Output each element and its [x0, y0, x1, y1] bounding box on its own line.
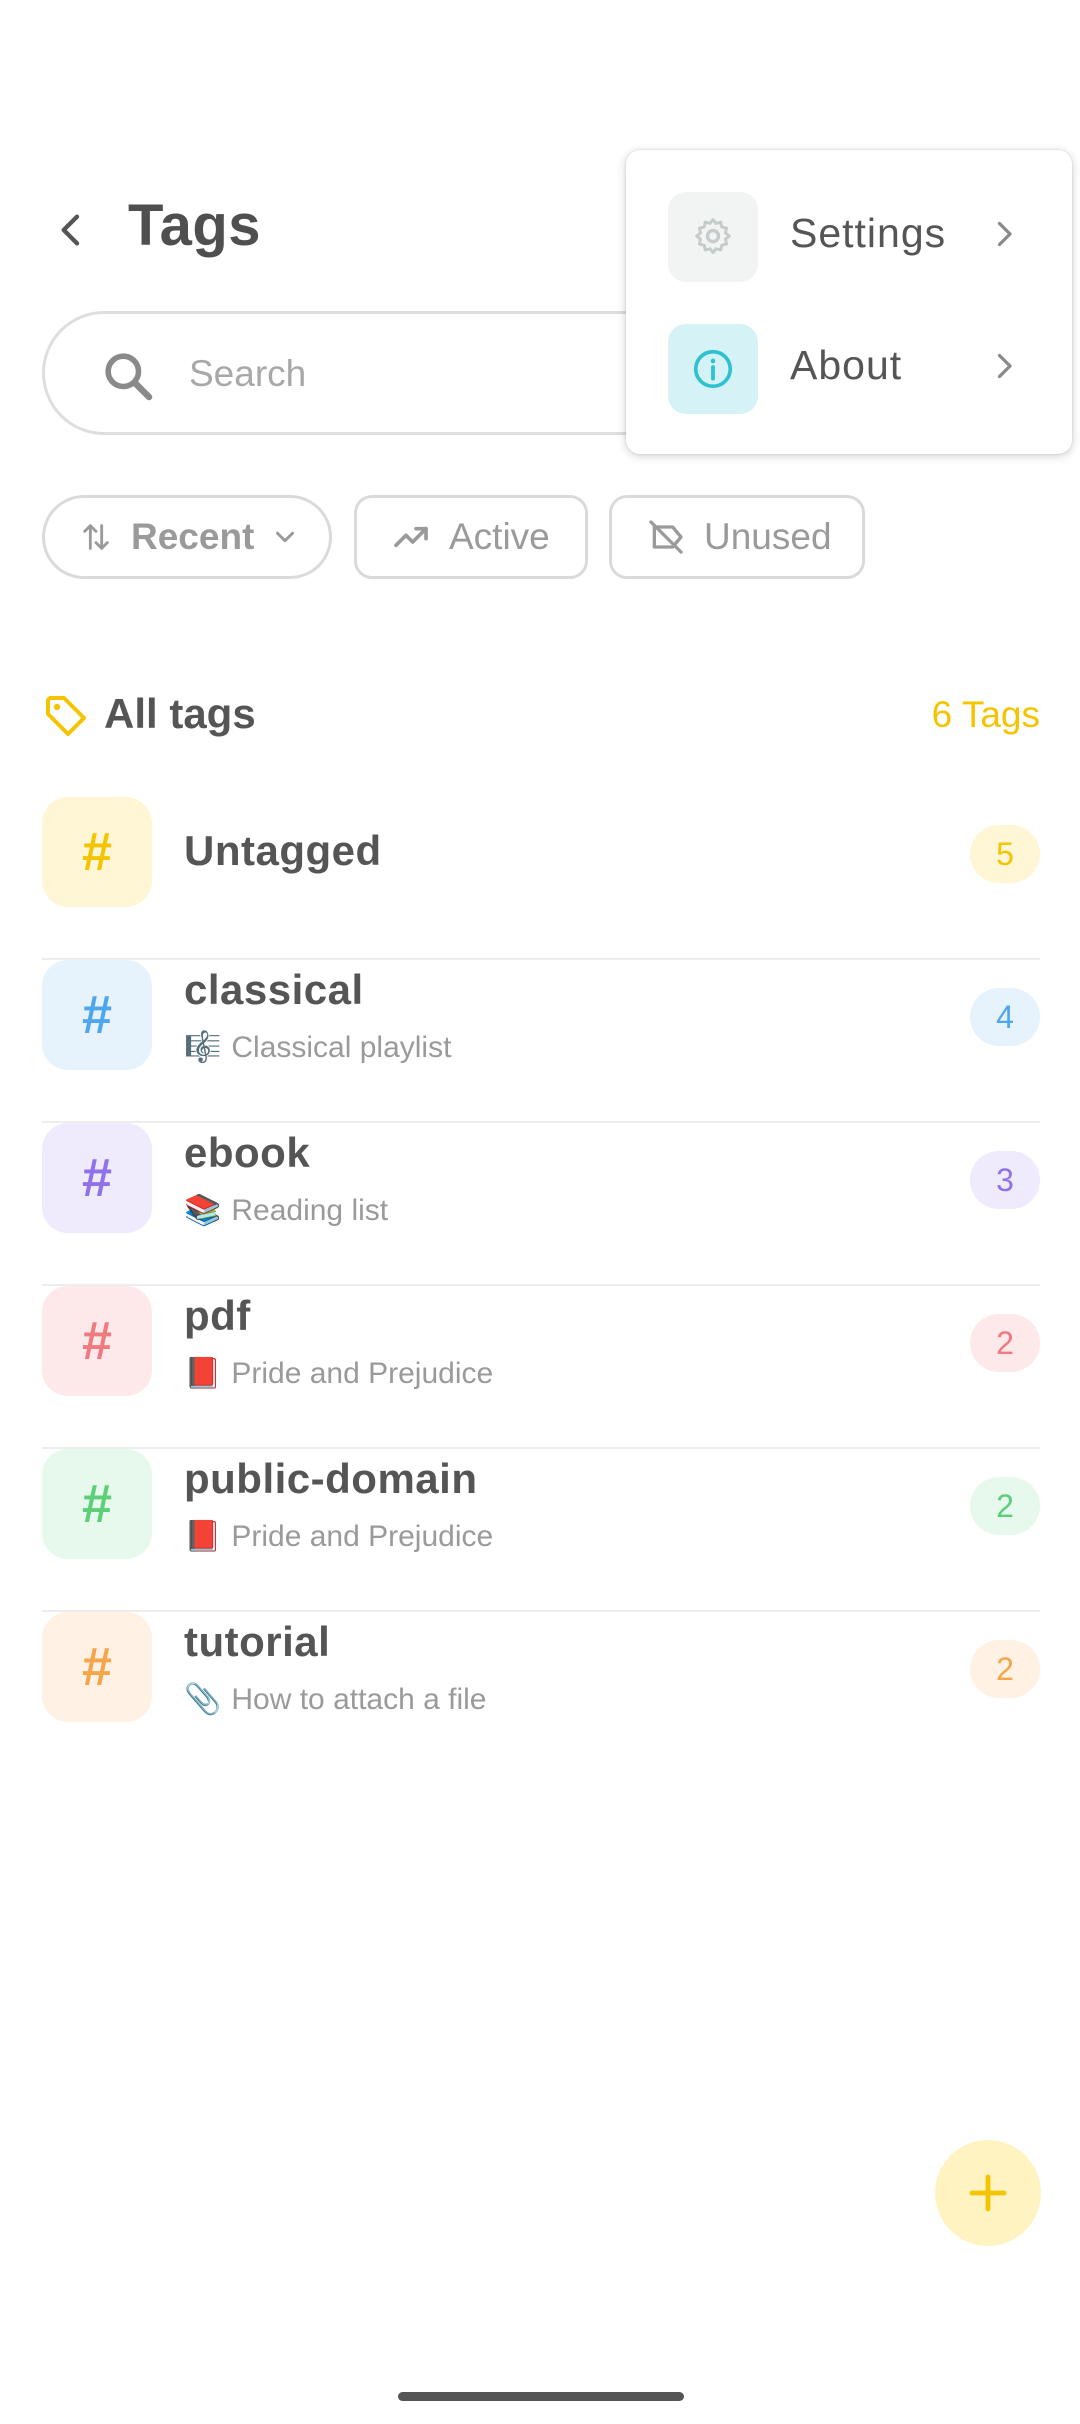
hash-icon: #	[42, 960, 152, 1070]
tag-icon	[46, 696, 86, 736]
gear-icon	[695, 218, 731, 255]
hash-icon: #	[42, 1286, 152, 1396]
home-indicator	[398, 2392, 684, 2401]
tag-count-badge: 3	[970, 1151, 1040, 1209]
tag-row-untagged[interactable]: # Untagged 5	[42, 797, 1040, 960]
tag-subtitle-text: Classical playlist	[231, 1030, 452, 1064]
plus-icon	[969, 2174, 1007, 2212]
tag-row-tutorial[interactable]: # tutorial 📎 How to attach a file 2	[42, 1612, 1040, 1775]
tag-subtitle-text: Reading list	[231, 1193, 389, 1227]
tag-row-classical[interactable]: # classical 🎼 Classical playlist 4	[42, 960, 1040, 1123]
books-icon: 📚	[184, 1194, 222, 1227]
filter-chip-label: Recent	[131, 516, 255, 557]
add-tag-button[interactable]	[935, 2140, 1041, 2246]
tag-name: ebook	[184, 1129, 311, 1176]
all-tags-header: All tags 6 Tags	[42, 680, 1040, 750]
menu-item-about[interactable]: About	[626, 302, 1072, 434]
section-title: All tags	[104, 690, 256, 737]
back-button[interactable]	[42, 200, 102, 260]
overflow-menu: Settings About	[626, 150, 1072, 454]
menu-item-label: Settings	[790, 210, 947, 256]
arrow-back-icon	[61, 214, 80, 246]
tag-name: tutorial	[184, 1618, 331, 1665]
tag-name: public-domain	[184, 1455, 478, 1502]
tag-subtitle: 📕 Pride and Prejudice	[184, 1519, 493, 1554]
tag-subtitle: 🎼 Classical playlist	[184, 1030, 451, 1065]
tag-name: classical	[184, 966, 364, 1013]
menu-item-label: About	[790, 342, 903, 388]
filter-chip-recent[interactable]: Recent	[42, 495, 332, 579]
filter-chip-unused[interactable]: Unused	[609, 495, 865, 579]
tag-count-badge: 2	[970, 1477, 1040, 1535]
chevron-right-icon	[997, 221, 1012, 247]
menu-icon-box	[668, 192, 758, 282]
tag-subtitle-text: Pride and Prejudice	[231, 1519, 494, 1553]
search-icon	[105, 353, 153, 401]
tag-count-badge: 2	[970, 1640, 1040, 1698]
hash-icon: #	[42, 797, 152, 907]
tag-row-ebook[interactable]: # ebook 📚 Reading list 3	[42, 1123, 1040, 1286]
red-book-icon: 📕	[184, 1357, 222, 1390]
hash-icon: #	[42, 1612, 152, 1722]
tag-count-label: 6 Tags	[931, 694, 1040, 735]
hash-icon: #	[42, 1123, 152, 1233]
tag-row-public-domain[interactable]: # public-domain 📕 Pride and Prejudice 2	[42, 1449, 1040, 1612]
chevron-down-icon	[276, 531, 295, 543]
tag-subtitle-text: Pride and Prejudice	[231, 1356, 494, 1390]
menu-item-settings[interactable]: Settings	[626, 170, 1072, 302]
paperclip-icon: 📎	[184, 1683, 222, 1716]
page-title: Tags	[128, 193, 262, 258]
filter-chip-label: Active	[449, 516, 550, 557]
red-book-icon: 📕	[184, 1520, 222, 1553]
music-score-icon: 🎼	[184, 1031, 222, 1064]
tag-count-badge: 2	[970, 1314, 1040, 1372]
tag-name: pdf	[184, 1292, 251, 1339]
hash-icon: #	[42, 1449, 152, 1559]
trending-up-icon	[394, 526, 428, 548]
tag-subtitle: 📎 How to attach a file	[184, 1682, 487, 1717]
filter-chip-label: Unused	[704, 516, 832, 557]
tag-count-badge: 5	[970, 825, 1040, 883]
filter-chip-active[interactable]: Active	[354, 495, 588, 579]
tag-name: Untagged	[184, 827, 382, 874]
label-off-icon	[649, 520, 683, 554]
tag-count-badge: 4	[970, 988, 1040, 1046]
sort-arrows-icon	[83, 524, 109, 550]
tag-subtitle: 📕 Pride and Prejudice	[184, 1356, 493, 1391]
tag-subtitle-text: How to attach a file	[231, 1682, 487, 1716]
info-icon	[693, 349, 733, 389]
tag-row-pdf[interactable]: # pdf 📕 Pride and Prejudice 2	[42, 1286, 1040, 1449]
menu-icon-box	[668, 324, 758, 414]
chevron-right-icon	[997, 353, 1012, 379]
tag-list: # Untagged 5 # classical 🎼 Classical pla…	[42, 797, 1040, 1775]
tag-subtitle: 📚 Reading list	[184, 1193, 388, 1228]
